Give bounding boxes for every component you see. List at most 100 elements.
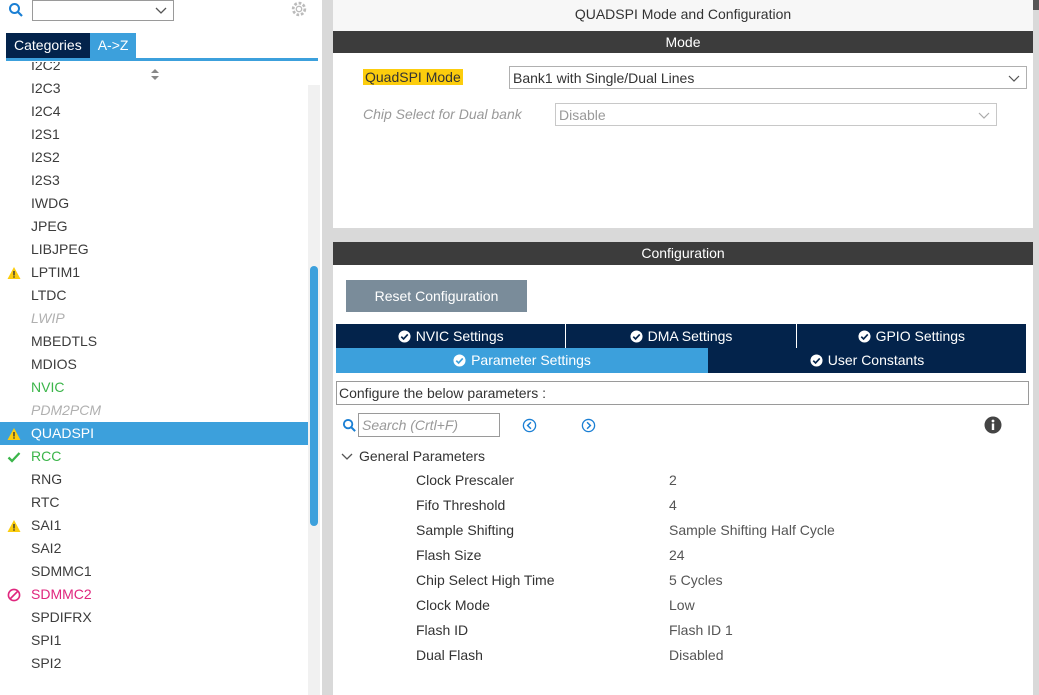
quadspi-mode-select[interactable]: Bank1 with Single/Dual Lines xyxy=(509,66,1027,89)
configure-hint: Configure the below parameters : xyxy=(336,381,1029,405)
peripheral-item[interactable]: I2C3 xyxy=(0,77,310,100)
parameter-row[interactable]: Chip Select High Time 5 Cycles xyxy=(416,568,1016,593)
peripheral-item[interactable]: IWDG xyxy=(0,192,310,215)
search-icon[interactable] xyxy=(342,418,357,433)
peripheral-item[interactable]: LWIP xyxy=(0,307,310,330)
peripheral-label: SPI1 xyxy=(31,632,62,648)
parameter-row[interactable]: Dual Flash Disabled xyxy=(416,643,1016,668)
peripheral-label: SPDIFRX xyxy=(31,609,92,625)
chip-select-value: Disable xyxy=(559,107,606,123)
panel-divider[interactable] xyxy=(322,0,333,695)
peripheral-label: JPEG xyxy=(31,218,68,234)
peripheral-label: QUADSPI xyxy=(31,425,95,441)
peripheral-item[interactable]: SAI2 xyxy=(0,537,310,560)
tab-a-to-z[interactable]: A->Z xyxy=(89,33,137,58)
peripheral-label: PDM2PCM xyxy=(31,402,102,418)
tab-label: Parameter Settings xyxy=(471,352,591,368)
search-combo-input[interactable] xyxy=(32,0,174,21)
parameter-row[interactable]: Clock Mode Low xyxy=(416,593,1016,618)
peripheral-item[interactable]: I2S3 xyxy=(0,169,310,192)
peripheral-item[interactable]: MDIOS xyxy=(0,353,310,376)
tab-nvic-settings[interactable]: NVIC Settings xyxy=(336,324,567,348)
tab-user-constants[interactable]: User Constants xyxy=(708,348,1026,373)
peripheral-item[interactable]: LTDC xyxy=(0,284,310,307)
info-icon[interactable] xyxy=(984,416,1002,434)
tab-gpio-settings[interactable]: GPIO Settings xyxy=(797,324,1026,348)
peripheral-label: LWIP xyxy=(31,310,65,326)
peripheral-label: LTDC xyxy=(31,287,67,303)
parameter-value[interactable]: 4 xyxy=(669,493,677,518)
peripheral-item[interactable]: LPTIM1 xyxy=(0,261,310,284)
peripheral-item[interactable]: SPDIFRX xyxy=(0,606,310,629)
search-icon[interactable] xyxy=(8,2,24,18)
right-scrollbar[interactable] xyxy=(1033,0,1039,695)
peripheral-item[interactable]: I2C2 xyxy=(0,62,310,77)
peripheral-label: RTC xyxy=(31,494,60,510)
parameter-row[interactable]: Clock Prescaler 2 xyxy=(416,468,1016,493)
peripheral-item[interactable]: SPI2 xyxy=(0,652,310,675)
peripheral-label: I2C4 xyxy=(31,103,61,119)
peripheral-item[interactable]: I2S1 xyxy=(0,123,310,146)
tab-parameter-settings[interactable]: Parameter Settings xyxy=(336,348,708,373)
peripheral-label: LPTIM1 xyxy=(31,264,81,280)
scrollbar-thumb[interactable] xyxy=(310,266,318,526)
peripheral-list-container: I2C2 I2C3 I2C4 I2S1 I2S2 I2S3 IWDG JPEG LIBJPEG L… xyxy=(0,62,322,695)
peripheral-item[interactable]: LIBJPEG xyxy=(0,238,310,261)
section-splitter[interactable] xyxy=(333,228,1033,242)
peripheral-item[interactable]: SDMMC2 xyxy=(0,583,310,606)
quadspi-mode-row: QuadSPI Mode Bank1 with Single/Dual Line… xyxy=(363,66,1027,90)
peripheral-label: SDMMC1 xyxy=(31,563,92,579)
tab-categories[interactable]: Categories xyxy=(6,33,90,58)
previous-result-icon[interactable] xyxy=(522,418,537,433)
reset-configuration-button[interactable]: Reset Configuration xyxy=(346,280,527,312)
parameter-value[interactable]: Disabled xyxy=(669,643,723,668)
parameter-value[interactable]: 5 Cycles xyxy=(669,568,723,593)
parameter-row[interactable]: Fifo Threshold 4 xyxy=(416,493,1016,518)
parameter-value[interactable]: 24 xyxy=(669,543,685,568)
configuration-section-header: Configuration xyxy=(333,242,1033,265)
parameter-name: Chip Select High Time xyxy=(416,572,555,588)
parameter-search-input[interactable]: Search (Crtl+F) xyxy=(358,413,500,437)
parameter-row[interactable]: Sample Shifting Sample Shifting Half Cycl… xyxy=(416,518,1016,543)
next-result-icon[interactable] xyxy=(581,418,596,433)
chevron-down-icon xyxy=(1008,75,1020,82)
peripheral-item[interactable]: SDMMC1 xyxy=(0,560,310,583)
parameter-value[interactable]: 2 xyxy=(669,468,677,493)
peripheral-item[interactable]: SAI1 xyxy=(0,514,310,537)
parameter-name: Clock Mode xyxy=(416,597,490,613)
peripheral-item[interactable]: NVIC xyxy=(0,376,310,399)
peripheral-item[interactable]: RTC xyxy=(0,491,310,514)
parameter-row[interactable]: Flash Size 24 xyxy=(416,543,1016,568)
peripheral-label: NVIC xyxy=(31,379,65,395)
peripheral-item[interactable]: I2S2 xyxy=(0,146,310,169)
peripheral-label: I2S1 xyxy=(31,126,60,142)
parameter-value[interactable]: Low xyxy=(669,593,695,618)
peripheral-item[interactable]: RCC xyxy=(0,445,310,468)
peripheral-item[interactable]: MBEDTLS xyxy=(0,330,310,353)
peripheral-item[interactable]: RNG xyxy=(0,468,310,491)
parameter-name: Flash ID xyxy=(416,622,469,638)
warning-icon xyxy=(7,520,21,532)
group-title: General Parameters xyxy=(359,448,486,464)
peripheral-label: SPI2 xyxy=(31,655,62,671)
peripheral-label: SDMMC2 xyxy=(31,586,92,602)
general-parameters-group[interactable]: General Parameters xyxy=(341,445,485,467)
scroll-arrow-icon[interactable] xyxy=(1033,0,1039,10)
parameter-row[interactable]: Flash ID Flash ID 1 xyxy=(416,618,1016,643)
gear-icon[interactable] xyxy=(290,0,308,18)
parameter-value[interactable]: Flash ID 1 xyxy=(669,618,733,643)
tab-dma-settings[interactable]: DMA Settings xyxy=(566,324,797,348)
parameter-name: Clock Prescaler xyxy=(416,472,515,488)
parameter-value[interactable]: Sample Shifting Half Cycle xyxy=(669,518,835,543)
peripheral-item[interactable]: I2C4 xyxy=(0,100,310,123)
check-circle-icon xyxy=(398,330,411,343)
peripheral-item[interactable]: SPI1 xyxy=(0,629,310,652)
peripheral-item[interactable]: JPEG xyxy=(0,215,310,238)
peripheral-item[interactable]: PDM2PCM xyxy=(0,399,310,422)
peripheral-item[interactable]: QUADSPI xyxy=(0,422,310,445)
peripheral-panel: Categories A->Z I2C2 I2C3 I2C4 I2S1 I2S2 I2S3… xyxy=(0,0,322,695)
mode-section-header: Mode xyxy=(333,31,1033,53)
chevron-down-icon[interactable] xyxy=(155,4,167,16)
tab-underline xyxy=(6,58,318,61)
config-panel: QUADSPI Mode and Configuration Mode Quad… xyxy=(333,0,1033,695)
